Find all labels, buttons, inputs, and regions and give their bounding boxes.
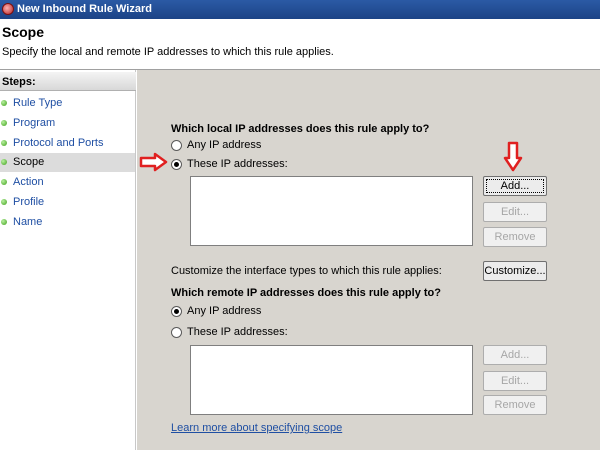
steps-header: Steps: — [0, 72, 136, 91]
remote-any-ip-label: Any IP address — [187, 305, 262, 317]
sidebar-item-protocol-and-ports[interactable]: Protocol and Ports — [0, 134, 135, 153]
customize-button[interactable]: Customize... — [483, 261, 547, 281]
annotation-arrow-down-icon — [503, 141, 523, 172]
scope-panel: Which local IP addresses does this rule … — [137, 70, 600, 450]
remote-these-ip-radio[interactable] — [171, 327, 182, 338]
sidebar-item-label: Action — [13, 176, 44, 188]
sidebar-item-label: Program — [13, 117, 56, 129]
local-any-ip-label: Any IP address — [187, 139, 262, 151]
remote-edit-button[interactable]: Edit... — [483, 371, 547, 391]
step-bullet-icon — [1, 120, 7, 126]
sidebar-item-label: Rule Type — [13, 97, 63, 109]
step-bullet-icon — [1, 100, 7, 106]
sidebar-item-label: Protocol and Ports — [13, 137, 104, 149]
remote-add-button[interactable]: Add... — [483, 345, 547, 365]
sidebar-item-label: Profile — [13, 196, 45, 208]
remote-ip-question: Which remote IP addresses does this rule… — [171, 287, 441, 299]
sidebar-item-scope[interactable]: Scope — [0, 153, 135, 172]
annotation-arrow-right-icon — [139, 152, 168, 172]
sidebar-item-rule-type[interactable]: Rule Type — [0, 94, 135, 113]
wizard-header: Scope Specify the local and remote IP ad… — [0, 19, 600, 70]
sidebar-item-profile[interactable]: Profile — [0, 193, 135, 212]
sidebar-item-label: Name — [13, 216, 43, 228]
page-title: Scope — [2, 24, 45, 40]
firewall-icon — [2, 3, 14, 15]
sidebar-item-action[interactable]: Action — [0, 173, 135, 192]
sidebar-item-label: Scope — [13, 156, 45, 168]
step-bullet-icon — [1, 199, 7, 205]
step-bullet-icon — [1, 159, 7, 165]
local-these-ip-radio[interactable] — [171, 159, 182, 170]
step-bullet-icon — [1, 219, 7, 225]
steps-sidebar: Steps: Rule Type Program Protocol and Po… — [0, 70, 136, 450]
local-these-ip-label: These IP addresses: — [187, 158, 288, 170]
local-any-ip-radio[interactable] — [171, 140, 182, 151]
sidebar-item-name[interactable]: Name — [0, 213, 135, 232]
step-bullet-icon — [1, 179, 7, 185]
local-ip-list[interactable] — [190, 176, 473, 246]
local-ip-question: Which local IP addresses does this rule … — [171, 123, 430, 135]
remote-any-ip-radio[interactable] — [171, 306, 182, 317]
learn-more-link[interactable]: Learn more about specifying scope — [171, 422, 342, 434]
interface-types-text: Customize the interface types to which t… — [171, 265, 442, 277]
window-titlebar[interactable]: New Inbound Rule Wizard — [0, 0, 600, 19]
local-remove-button[interactable]: Remove — [483, 227, 547, 247]
sidebar-item-program[interactable]: Program — [0, 114, 135, 133]
remote-remove-button[interactable]: Remove — [483, 395, 547, 415]
local-edit-button[interactable]: Edit... — [483, 202, 547, 222]
remote-these-ip-label: These IP addresses: — [187, 326, 288, 338]
remote-ip-list[interactable] — [190, 345, 473, 415]
page-subtitle: Specify the local and remote IP addresse… — [2, 46, 334, 58]
window-title: New Inbound Rule Wizard — [17, 3, 152, 15]
local-add-button[interactable]: Add... — [483, 176, 547, 196]
step-bullet-icon — [1, 140, 7, 146]
